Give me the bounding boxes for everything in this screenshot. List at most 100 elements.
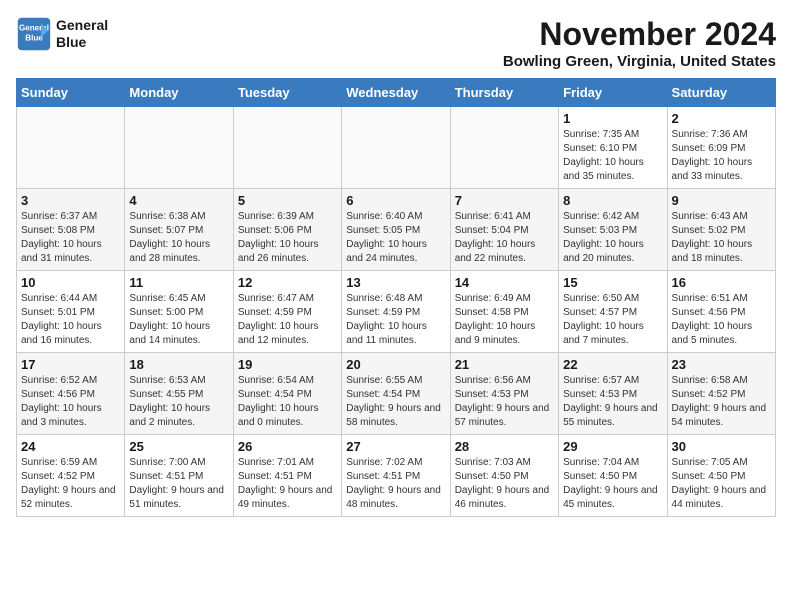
weekday-sunday: Sunday (17, 79, 125, 107)
day-info: Sunrise: 6:59 AM Sunset: 4:52 PM Dayligh… (21, 456, 120, 512)
day-number: 6 (346, 193, 445, 208)
day-cell: 13 Sunrise: 6:48 AM Sunset: 4:59 PM Dayli… (342, 271, 450, 353)
day-cell: 10Sunrise: 6:44 AM Sunset: 5:01 PM Dayli… (17, 271, 125, 353)
day-number: 25 (129, 439, 228, 454)
day-info: Sunrise: 6:40 AM Sunset: 5:05 PM Dayligh… (346, 210, 445, 266)
day-info: Sunrise: 6:50 AM Sunset: 4:57 PM Dayligh… (563, 292, 662, 348)
day-cell: 5 Sunrise: 6:39 AM Sunset: 5:06 PM Daylig… (233, 189, 341, 271)
day-number: 30 (672, 439, 771, 454)
day-number: 29 (563, 439, 662, 454)
day-cell: 26Sunrise: 7:01 AM Sunset: 4:51 PM Dayli… (233, 435, 341, 517)
day-cell: 21 Sunrise: 6:56 AM Sunset: 4:53 PM Dayli… (450, 353, 558, 435)
day-number: 9 (672, 193, 771, 208)
day-cell: 6 Sunrise: 6:40 AM Sunset: 5:05 PM Daylig… (342, 189, 450, 271)
day-number: 7 (455, 193, 554, 208)
weekday-thursday: Thursday (450, 79, 558, 107)
day-number: 23 (672, 357, 771, 372)
day-cell: 20Sunrise: 6:55 AM Sunset: 4:54 PM Dayli… (342, 353, 450, 435)
header: General Blue General Blue November 2024 … (16, 16, 776, 70)
day-cell: 30 Sunrise: 7:05 AM Sunset: 4:50 PM Dayli… (667, 435, 775, 517)
weekday-monday: Monday (125, 79, 233, 107)
weekday-header-row: SundayMondayTuesdayWednesdayThursdayFrid… (17, 79, 776, 107)
day-info: Sunrise: 7:00 AM Sunset: 4:51 PM Dayligh… (129, 456, 228, 512)
day-cell: 27 Sunrise: 7:02 AM Sunset: 4:51 PM Dayli… (342, 435, 450, 517)
week-row-2: 3Sunrise: 6:37 AM Sunset: 5:08 PM Daylig… (17, 189, 776, 271)
day-cell: 7 Sunrise: 6:41 AM Sunset: 5:04 PM Daylig… (450, 189, 558, 271)
day-cell: 29 Sunrise: 7:04 AM Sunset: 4:50 PM Dayli… (559, 435, 667, 517)
day-info: Sunrise: 6:53 AM Sunset: 4:55 PM Dayligh… (129, 374, 228, 430)
day-info: Sunrise: 6:49 AM Sunset: 4:58 PM Dayligh… (455, 292, 554, 348)
day-info: Sunrise: 6:56 AM Sunset: 4:53 PM Dayligh… (455, 374, 554, 430)
day-cell: 15 Sunrise: 6:50 AM Sunset: 4:57 PM Dayli… (559, 271, 667, 353)
day-cell: 17 Sunrise: 6:52 AM Sunset: 4:56 PM Dayli… (17, 353, 125, 435)
week-row-1: 1Sunrise: 7:35 AM Sunset: 6:10 PM Daylig… (17, 107, 776, 189)
title-area: November 2024 Bowling Green, Virginia, U… (503, 16, 776, 70)
day-number: 21 (455, 357, 554, 372)
day-info: Sunrise: 7:04 AM Sunset: 4:50 PM Dayligh… (563, 456, 662, 512)
day-cell: 1Sunrise: 7:35 AM Sunset: 6:10 PM Daylig… (559, 107, 667, 189)
day-cell: 11 Sunrise: 6:45 AM Sunset: 5:00 PM Dayli… (125, 271, 233, 353)
weekday-saturday: Saturday (667, 79, 775, 107)
day-info: Sunrise: 6:39 AM Sunset: 5:06 PM Dayligh… (238, 210, 337, 266)
day-cell: 2 Sunrise: 7:36 AM Sunset: 6:09 PM Daylig… (667, 107, 775, 189)
day-info: Sunrise: 6:47 AM Sunset: 4:59 PM Dayligh… (238, 292, 337, 348)
week-row-4: 17 Sunrise: 6:52 AM Sunset: 4:56 PM Dayli… (17, 353, 776, 435)
day-number: 3 (21, 193, 120, 208)
day-info: Sunrise: 6:58 AM Sunset: 4:52 PM Dayligh… (672, 374, 771, 430)
day-number: 13 (346, 275, 445, 290)
day-info: Sunrise: 6:54 AM Sunset: 4:54 PM Dayligh… (238, 374, 337, 430)
day-cell: 28Sunrise: 7:03 AM Sunset: 4:50 PM Dayli… (450, 435, 558, 517)
day-info: Sunrise: 6:38 AM Sunset: 5:07 PM Dayligh… (129, 210, 228, 266)
weekday-wednesday: Wednesday (342, 79, 450, 107)
day-cell (125, 107, 233, 189)
day-number: 2 (672, 111, 771, 126)
calendar-header: SundayMondayTuesdayWednesdayThursdayFrid… (17, 79, 776, 107)
day-info: Sunrise: 7:05 AM Sunset: 4:50 PM Dayligh… (672, 456, 771, 512)
logo-line2: Blue (56, 34, 108, 51)
day-cell: 12Sunrise: 6:47 AM Sunset: 4:59 PM Dayli… (233, 271, 341, 353)
day-cell: 22Sunrise: 6:57 AM Sunset: 4:53 PM Dayli… (559, 353, 667, 435)
day-number: 11 (129, 275, 228, 290)
day-number: 4 (129, 193, 228, 208)
weekday-tuesday: Tuesday (233, 79, 341, 107)
day-info: Sunrise: 7:01 AM Sunset: 4:51 PM Dayligh… (238, 456, 337, 512)
day-number: 1 (563, 111, 662, 126)
weekday-friday: Friday (559, 79, 667, 107)
day-info: Sunrise: 6:48 AM Sunset: 4:59 PM Dayligh… (346, 292, 445, 348)
day-info: Sunrise: 6:57 AM Sunset: 4:53 PM Dayligh… (563, 374, 662, 430)
day-number: 28 (455, 439, 554, 454)
day-cell: 14Sunrise: 6:49 AM Sunset: 4:58 PM Dayli… (450, 271, 558, 353)
day-info: Sunrise: 6:52 AM Sunset: 4:56 PM Dayligh… (21, 374, 120, 430)
day-number: 5 (238, 193, 337, 208)
day-info: Sunrise: 6:44 AM Sunset: 5:01 PM Dayligh… (21, 292, 120, 348)
day-number: 24 (21, 439, 120, 454)
logo: General Blue General Blue (16, 16, 108, 52)
week-row-3: 10Sunrise: 6:44 AM Sunset: 5:01 PM Dayli… (17, 271, 776, 353)
svg-text:Blue: Blue (25, 33, 43, 42)
day-number: 15 (563, 275, 662, 290)
day-cell (450, 107, 558, 189)
day-cell: 25 Sunrise: 7:00 AM Sunset: 4:51 PM Dayli… (125, 435, 233, 517)
logo-icon: General Blue (16, 16, 52, 52)
day-info: Sunrise: 6:55 AM Sunset: 4:54 PM Dayligh… (346, 374, 445, 430)
day-number: 18 (129, 357, 228, 372)
day-number: 19 (238, 357, 337, 372)
day-cell (17, 107, 125, 189)
calendar-table: SundayMondayTuesdayWednesdayThursdayFrid… (16, 78, 776, 517)
day-cell: 23 Sunrise: 6:58 AM Sunset: 4:52 PM Dayli… (667, 353, 775, 435)
day-info: Sunrise: 6:41 AM Sunset: 5:04 PM Dayligh… (455, 210, 554, 266)
day-info: Sunrise: 6:45 AM Sunset: 5:00 PM Dayligh… (129, 292, 228, 348)
day-cell: 9Sunrise: 6:43 AM Sunset: 5:02 PM Daylig… (667, 189, 775, 271)
day-info: Sunrise: 7:36 AM Sunset: 6:09 PM Dayligh… (672, 128, 771, 184)
location-subtitle: Bowling Green, Virginia, United States (503, 53, 776, 70)
calendar-body: 1Sunrise: 7:35 AM Sunset: 6:10 PM Daylig… (17, 107, 776, 517)
day-cell: 16Sunrise: 6:51 AM Sunset: 4:56 PM Dayli… (667, 271, 775, 353)
day-cell (342, 107, 450, 189)
week-row-5: 24 Sunrise: 6:59 AM Sunset: 4:52 PM Dayli… (17, 435, 776, 517)
day-number: 17 (21, 357, 120, 372)
month-title: November 2024 (503, 16, 776, 53)
day-info: Sunrise: 7:02 AM Sunset: 4:51 PM Dayligh… (346, 456, 445, 512)
day-info: Sunrise: 6:42 AM Sunset: 5:03 PM Dayligh… (563, 210, 662, 266)
day-number: 27 (346, 439, 445, 454)
day-cell: 3Sunrise: 6:37 AM Sunset: 5:08 PM Daylig… (17, 189, 125, 271)
